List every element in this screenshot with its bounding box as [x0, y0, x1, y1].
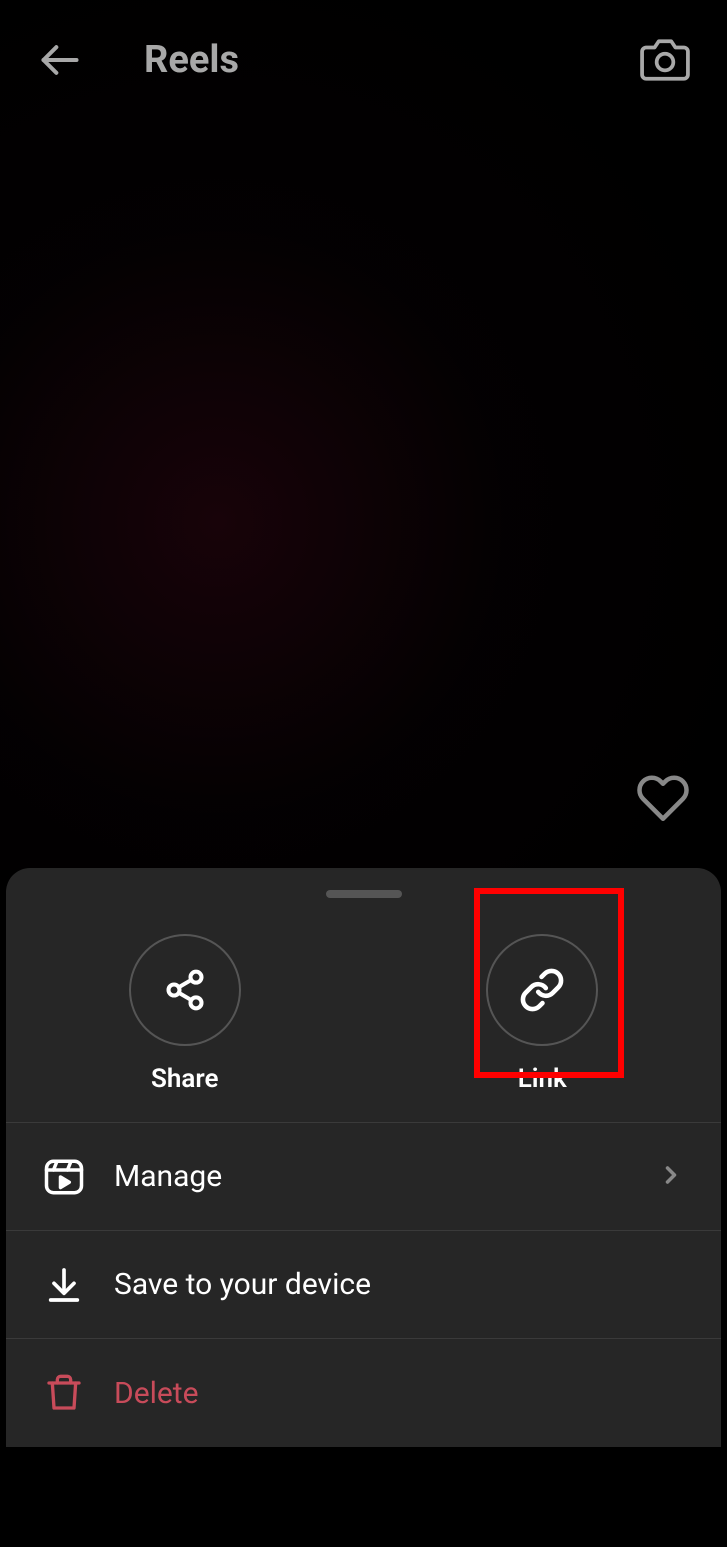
- page-title: Reels: [144, 38, 239, 82]
- heart-icon: [636, 771, 690, 825]
- reels-icon: [43, 1156, 85, 1198]
- manage-label: Manage: [114, 1159, 629, 1194]
- share-action[interactable]: Share: [129, 934, 241, 1094]
- link-icon: [519, 967, 565, 1013]
- share-circle: [129, 934, 241, 1046]
- save-icon-wrapper: [42, 1263, 86, 1307]
- bottom-sheet: Share Link Ma: [6, 868, 721, 1447]
- arrow-left-icon: [38, 38, 82, 82]
- delete-icon-wrapper: [42, 1371, 86, 1415]
- menu-list: Manage Save to your device: [6, 1122, 721, 1447]
- chevron-right-icon: [657, 1161, 685, 1193]
- delete-label: Delete: [114, 1376, 685, 1411]
- delete-menu-item[interactable]: Delete: [6, 1339, 721, 1447]
- like-button[interactable]: [635, 770, 691, 826]
- link-circle: [486, 934, 598, 1046]
- header: Reels: [0, 0, 727, 120]
- share-icon: [163, 968, 207, 1012]
- link-action[interactable]: Link: [486, 934, 598, 1094]
- manage-menu-item[interactable]: Manage: [6, 1123, 721, 1231]
- camera-icon: [640, 35, 690, 85]
- back-button[interactable]: [36, 36, 84, 84]
- save-label: Save to your device: [114, 1267, 685, 1302]
- share-label: Share: [151, 1064, 218, 1094]
- manage-icon-wrapper: [42, 1155, 86, 1199]
- camera-button[interactable]: [639, 34, 691, 86]
- trash-icon: [44, 1373, 84, 1413]
- drag-handle[interactable]: [326, 890, 402, 898]
- action-row: Share Link: [6, 898, 721, 1122]
- download-icon: [44, 1265, 84, 1305]
- reel-content-background: [0, 0, 727, 870]
- link-label: Link: [518, 1064, 567, 1094]
- save-menu-item[interactable]: Save to your device: [6, 1231, 721, 1339]
